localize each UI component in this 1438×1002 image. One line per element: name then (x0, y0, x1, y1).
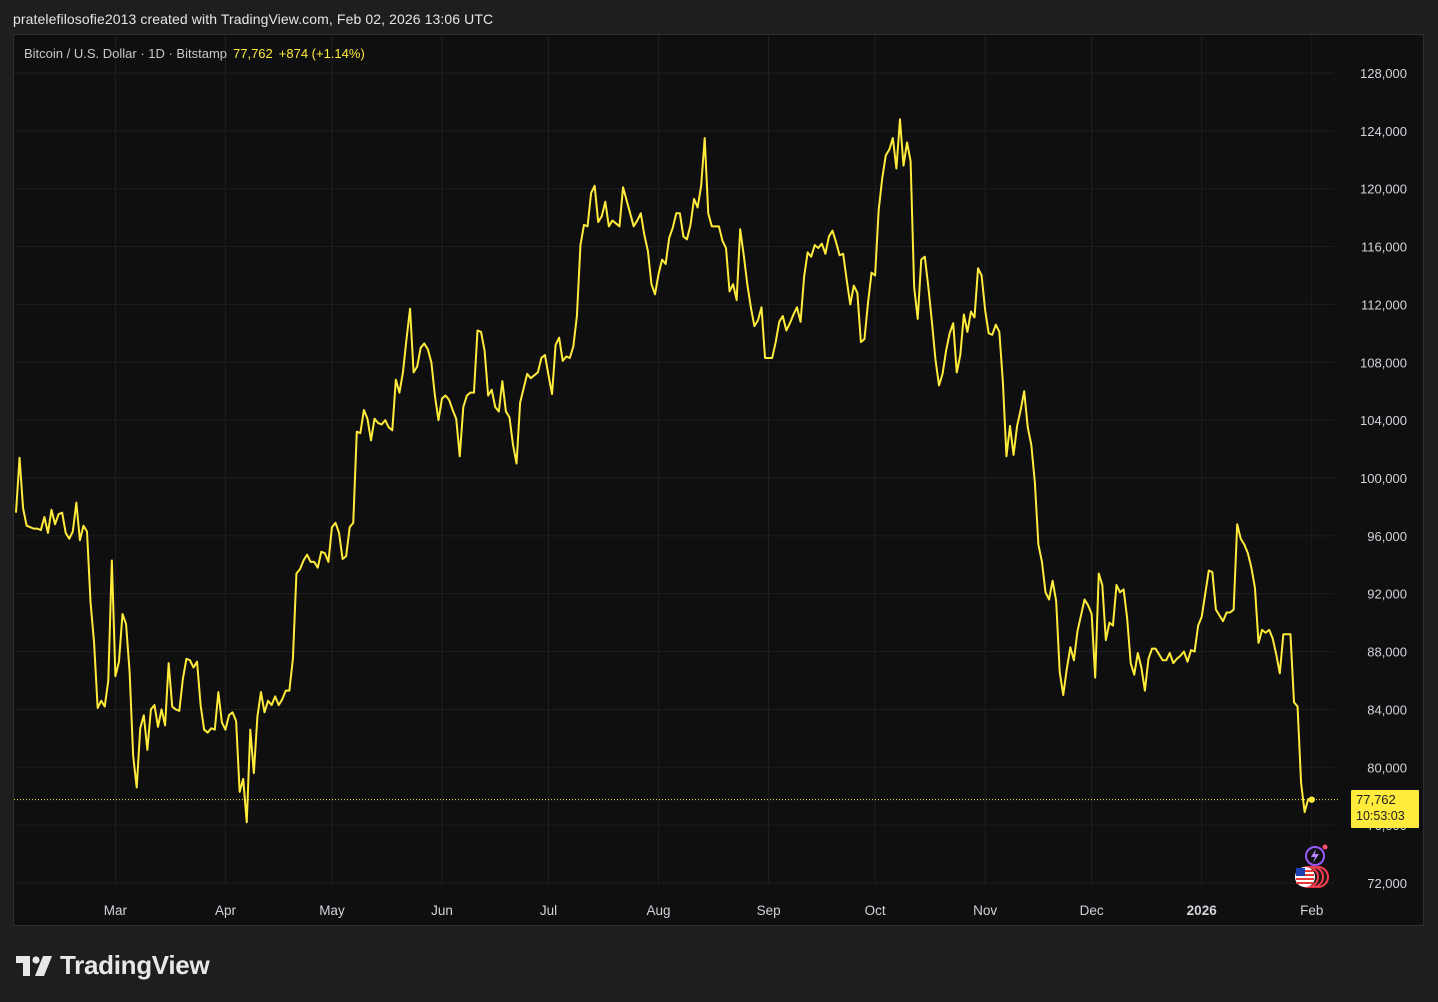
x-tick-label: Aug (647, 903, 671, 918)
x-tick-label: Mar (104, 903, 128, 918)
last-price-label: 77,762 10:53:03 (1351, 790, 1419, 828)
y-tick-label: 124,000 (1360, 124, 1407, 139)
x-tick-label: May (319, 903, 345, 918)
x-tick-label: Feb (1300, 903, 1323, 918)
x-tick-label: Oct (865, 903, 886, 918)
last-price-dot (1308, 796, 1315, 803)
x-tick-label: Jun (431, 903, 453, 918)
symbol-legend: Bitcoin / U.S. Dollar · 1D · Bitstamp 77,… (24, 46, 365, 61)
x-tick-label: Sep (757, 903, 781, 918)
y-tick-label: 104,000 (1360, 413, 1407, 428)
last-price-value: 77,762 (1356, 792, 1396, 807)
brand-name: TradingView (60, 950, 210, 980)
lightning-icon[interactable] (1305, 844, 1328, 866)
y-tick-label: 72,000 (1367, 876, 1407, 891)
x-tick-label: Nov (973, 903, 997, 918)
bar-countdown: 10:53:03 (1356, 809, 1405, 823)
x-tick-label: Apr (215, 903, 237, 918)
tradingview-logo[interactable]: TradingView (16, 950, 210, 981)
price-chart[interactable]: 72,00076,00080,00084,00088,00092,00096,0… (14, 35, 1423, 925)
y-tick-label: 116,000 (1361, 240, 1407, 255)
x-tick-label: Jul (540, 903, 557, 918)
x-tick-label: Dec (1080, 903, 1104, 918)
y-tick-label: 112,000 (1361, 297, 1407, 312)
y-tick-label: 128,000 (1360, 66, 1407, 81)
y-tick-label: 84,000 (1367, 702, 1407, 717)
legend-change: +874 (+1.14%) (278, 46, 365, 61)
us-flag-icon[interactable] (1295, 866, 1329, 888)
y-tick-label: 88,000 (1367, 645, 1407, 660)
y-tick-label: 120,000 (1360, 182, 1407, 197)
y-tick-label: 80,000 (1367, 760, 1407, 775)
x-tick-label: 2026 (1187, 903, 1218, 918)
y-tick-label: 96,000 (1367, 529, 1407, 544)
symbol-name: Bitcoin / U.S. Dollar · 1D · Bitstamp (24, 46, 227, 61)
legend-price: 77,762 (233, 46, 273, 61)
chart-caption: pratelefilosofie2013 created with Tradin… (13, 11, 494, 27)
y-tick-label: 100,000 (1360, 471, 1407, 486)
y-tick-label: 108,000 (1360, 355, 1407, 370)
chart-panel[interactable]: 72,00076,00080,00084,00088,00092,00096,0… (13, 34, 1424, 926)
tv-logo-icon (16, 955, 52, 976)
y-tick-label: 92,000 (1367, 587, 1407, 602)
price-series-line[interactable] (15, 118, 1312, 824)
